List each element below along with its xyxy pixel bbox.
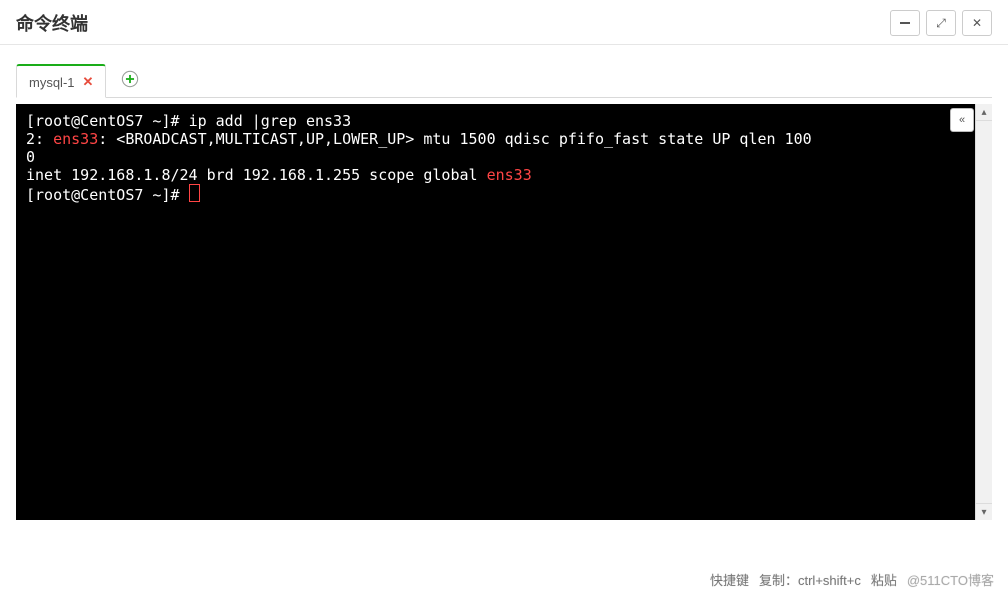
prompt-line: [root@CentOS7 ~]# <box>26 186 189 204</box>
prompt-line: [root@CentOS7 ~]# <box>26 112 189 130</box>
copy-shortcut: 复制：ctrl+shift+c <box>759 570 861 589</box>
terminal-area: [root@CentOS7 ~]# ip add |grep ens33 2: … <box>16 104 992 520</box>
window-controls: ⤢ ✕ <box>890 10 992 36</box>
paste-shortcut: 粘贴 <box>871 570 897 589</box>
cursor-icon <box>189 184 200 202</box>
scroll-up-button[interactable]: ▴ <box>976 104 992 121</box>
collapse-sidebar-button[interactable]: « <box>950 108 974 132</box>
titlebar: 命令终端 ⤢ ✕ <box>0 0 1008 45</box>
output-text: inet 192.168.1.8/24 brd 192.168.1.255 sc… <box>26 166 487 184</box>
close-icon: ✕ <box>972 16 982 30</box>
output-text: 0 <box>26 148 35 166</box>
expand-icon: ⤢ <box>936 16 946 31</box>
window-title: 命令终端 <box>16 10 88 36</box>
tab-mysql-1[interactable]: mysql-1 ✕ <box>16 64 106 98</box>
minimize-icon <box>900 22 910 24</box>
chevron-left-icon: « <box>959 114 965 126</box>
scroll-down-button[interactable]: ▾ <box>976 503 992 520</box>
tabs: mysql-1 ✕ <box>16 63 992 98</box>
terminal[interactable]: [root@CentOS7 ~]# ip add |grep ens33 2: … <box>16 104 992 520</box>
tab-label: mysql-1 <box>29 75 75 90</box>
output-text: : <BROADCAST,MULTICAST,UP,LOWER_UP> mtu … <box>98 130 811 148</box>
plus-icon <box>121 70 139 88</box>
statusbar: 快捷键 复制：ctrl+shift+c 粘贴 @511CTO博客 <box>0 566 1008 592</box>
minimize-button[interactable] <box>890 10 920 36</box>
add-tab-button[interactable] <box>114 63 146 95</box>
command-text: ip add |grep ens33 <box>189 112 352 130</box>
terminal-scrollbar[interactable]: ▴ ▾ <box>975 104 992 520</box>
close-button[interactable]: ✕ <box>962 10 992 36</box>
shortcut-label: 快捷键 <box>710 570 749 589</box>
output-highlight: ens33 <box>487 166 532 184</box>
tabbar: mysql-1 ✕ <box>0 45 1008 98</box>
watermark: @511CTO博客 <box>907 570 994 589</box>
output-highlight: ens33 <box>53 130 98 148</box>
tab-close-icon[interactable]: ✕ <box>83 74 94 90</box>
output-text: 2: <box>26 130 53 148</box>
maximize-button[interactable]: ⤢ <box>926 10 956 36</box>
